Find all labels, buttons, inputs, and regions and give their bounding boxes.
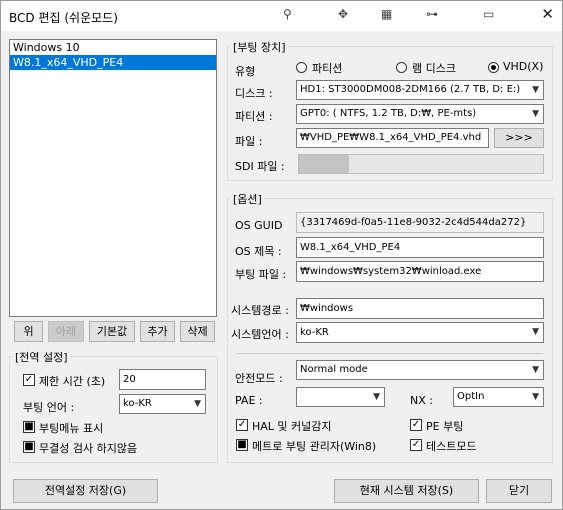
type-partition-radio[interactable] — [296, 62, 307, 73]
show-menu-checkbox[interactable]: ■ — [23, 421, 35, 433]
type-label: 유형 — [235, 65, 256, 78]
timeout-input[interactable]: 20 — [119, 369, 206, 390]
type-partition-label: 파티션 — [312, 62, 343, 75]
safe-mode-label: 안전모드 : — [235, 372, 283, 385]
hal-label: HAL 및 커널감지 — [252, 420, 332, 433]
chevron-down-icon: ▼ — [194, 399, 201, 409]
chevron-down-icon: ▼ — [532, 109, 539, 119]
boot-language-value: ko-KR — [123, 398, 152, 409]
boot-language-select[interactable]: ko-KR ▼ — [119, 394, 206, 414]
close-icon[interactable]: ✕ — [541, 5, 554, 23]
boot-device-legend: [부팅 장치] — [231, 39, 288, 55]
disk-label: 디스크 : — [235, 87, 273, 100]
chevron-down-icon: ▼ — [532, 392, 539, 402]
no-integrity-label: 무결성 검사 하지않음 — [39, 442, 138, 455]
move-down-button[interactable]: 아래 — [48, 321, 84, 342]
pe-boot-label: PE 부팅 — [426, 420, 464, 433]
list-item[interactable]: W8.1_x64_VHD_PE4 — [10, 55, 216, 70]
title-bar: BCD 편집 (쉬운모드) ⚲ ✥ ▦ ⊶ ▭ ✕ — [1, 1, 562, 31]
os-guid-field: {3317469d-f0a5-11e8-9032-2c4d544da272} — [296, 212, 544, 233]
boot-file-label: 부팅 파일 : — [235, 268, 287, 281]
timeout-label: 제한 시간 (초) — [39, 375, 106, 388]
global-settings-legend: [전역 설정] — [13, 349, 70, 365]
show-menu-label: 부팅메뉴 표시 — [39, 422, 104, 435]
sdi-file-label: SDI 파일 : — [235, 160, 285, 173]
hal-checkbox[interactable]: ✓ — [236, 419, 248, 431]
system-language-select[interactable]: ko-KR ▼ — [296, 322, 544, 343]
system-path-input[interactable]: ₩windows — [296, 298, 544, 319]
os-name-input[interactable]: W8.1_x64_VHD_PE4 — [296, 237, 544, 258]
disk-value: HD1: ST3000DM008-2DM166 (2.7 TB, D: E:) — [300, 84, 521, 95]
safe-mode-value: Normal mode — [300, 364, 368, 375]
type-ramdisk-radio[interactable] — [396, 62, 407, 73]
nx-select[interactable]: OptIn ▼ — [453, 387, 544, 407]
move-up-button[interactable]: 위 — [14, 321, 43, 342]
delete-entry-button[interactable]: 삭제 — [180, 321, 215, 342]
type-vhd-label: VHD(X) — [503, 60, 544, 73]
pae-select[interactable]: ▼ — [296, 387, 385, 407]
minimize-icon[interactable]: ▭ — [483, 7, 494, 21]
bcd-edit-window: BCD 편집 (쉬운모드) ⚲ ✥ ▦ ⊶ ▭ ✕ Windows 10 W8.… — [0, 0, 563, 510]
boot-language-label: 부팅 언어 : — [23, 401, 75, 414]
metro-checkbox[interactable]: ■ — [236, 439, 248, 451]
options-legend: [옵션] — [231, 191, 264, 207]
grid-icon[interactable]: ▦ — [381, 7, 392, 21]
partition-value: GPT0: ( NTFS, 1.2 TB, D:₩, PE-mts) — [300, 108, 477, 119]
chevron-down-icon: ▼ — [532, 365, 539, 375]
nx-label: NX : — [410, 394, 433, 407]
pae-label: PAE : — [235, 394, 263, 407]
file-label: 파일 : — [235, 135, 263, 148]
window-title: BCD 편집 (쉬운모드) — [9, 11, 118, 25]
partition-label: 파티션 : — [235, 110, 273, 123]
test-mode-label: 테스트모드 — [426, 440, 477, 453]
chevron-down-icon: ▼ — [532, 85, 539, 95]
boot-entry-list[interactable]: Windows 10 W8.1_x64_VHD_PE4 — [9, 39, 217, 317]
pe-boot-checkbox[interactable]: ✓ — [410, 419, 422, 431]
test-mode-checkbox[interactable]: ✓ — [410, 439, 422, 451]
system-language-value: ko-KR — [300, 327, 329, 338]
pin-icon[interactable]: ⚲ — [283, 7, 292, 21]
plug-icon[interactable]: ⊶ — [426, 7, 438, 21]
disk-select[interactable]: HD1: ST3000DM008-2DM166 (2.7 TB, D: E:) ▼ — [296, 80, 544, 100]
add-entry-button[interactable]: 추가 — [140, 321, 175, 342]
nx-value: OptIn — [457, 391, 485, 402]
type-vhd-radio[interactable] — [488, 62, 499, 73]
close-button[interactable]: 닫기 — [486, 479, 552, 503]
save-current-system-button[interactable]: 현재 시스템 저장(S) — [334, 479, 479, 503]
partition-select[interactable]: GPT0: ( NTFS, 1.2 TB, D:₩, PE-mts) ▼ — [296, 104, 544, 124]
system-language-label: 시스템언어 : — [231, 328, 289, 341]
chevron-down-icon: ▼ — [532, 327, 539, 337]
type-ramdisk-label: 램 디스크 — [412, 62, 456, 75]
file-path-input[interactable]: ₩VHD_PE₩W8.1_x64_VHD_PE4.vhd — [296, 128, 489, 148]
os-name-label: OS 제목 : — [235, 245, 282, 258]
sdi-file-field — [298, 154, 544, 174]
boot-file-input[interactable]: ₩windows₩system32₩winload.exe — [296, 261, 544, 282]
no-integrity-checkbox[interactable]: ■ — [23, 441, 35, 453]
browse-file-button[interactable]: >>> — [494, 128, 544, 148]
metro-label: 메트로 부팅 관리자(Win8) — [252, 440, 377, 453]
sdi-file-fill — [299, 155, 349, 173]
safe-mode-select[interactable]: Normal mode ▼ — [296, 360, 544, 380]
system-path-label: 시스템경로 : — [231, 304, 289, 317]
os-guid-label: OS GUID — [235, 219, 283, 232]
tools-icon[interactable]: ✥ — [338, 7, 348, 21]
list-item[interactable]: Windows 10 — [10, 40, 216, 55]
timeout-checkbox[interactable]: ✓ — [23, 374, 35, 386]
chevron-down-icon: ▼ — [373, 392, 380, 402]
save-global-button[interactable]: 전역설정 저장(G) — [13, 479, 158, 503]
options-divider — [237, 353, 543, 354]
set-default-button[interactable]: 기본값 — [89, 321, 135, 342]
